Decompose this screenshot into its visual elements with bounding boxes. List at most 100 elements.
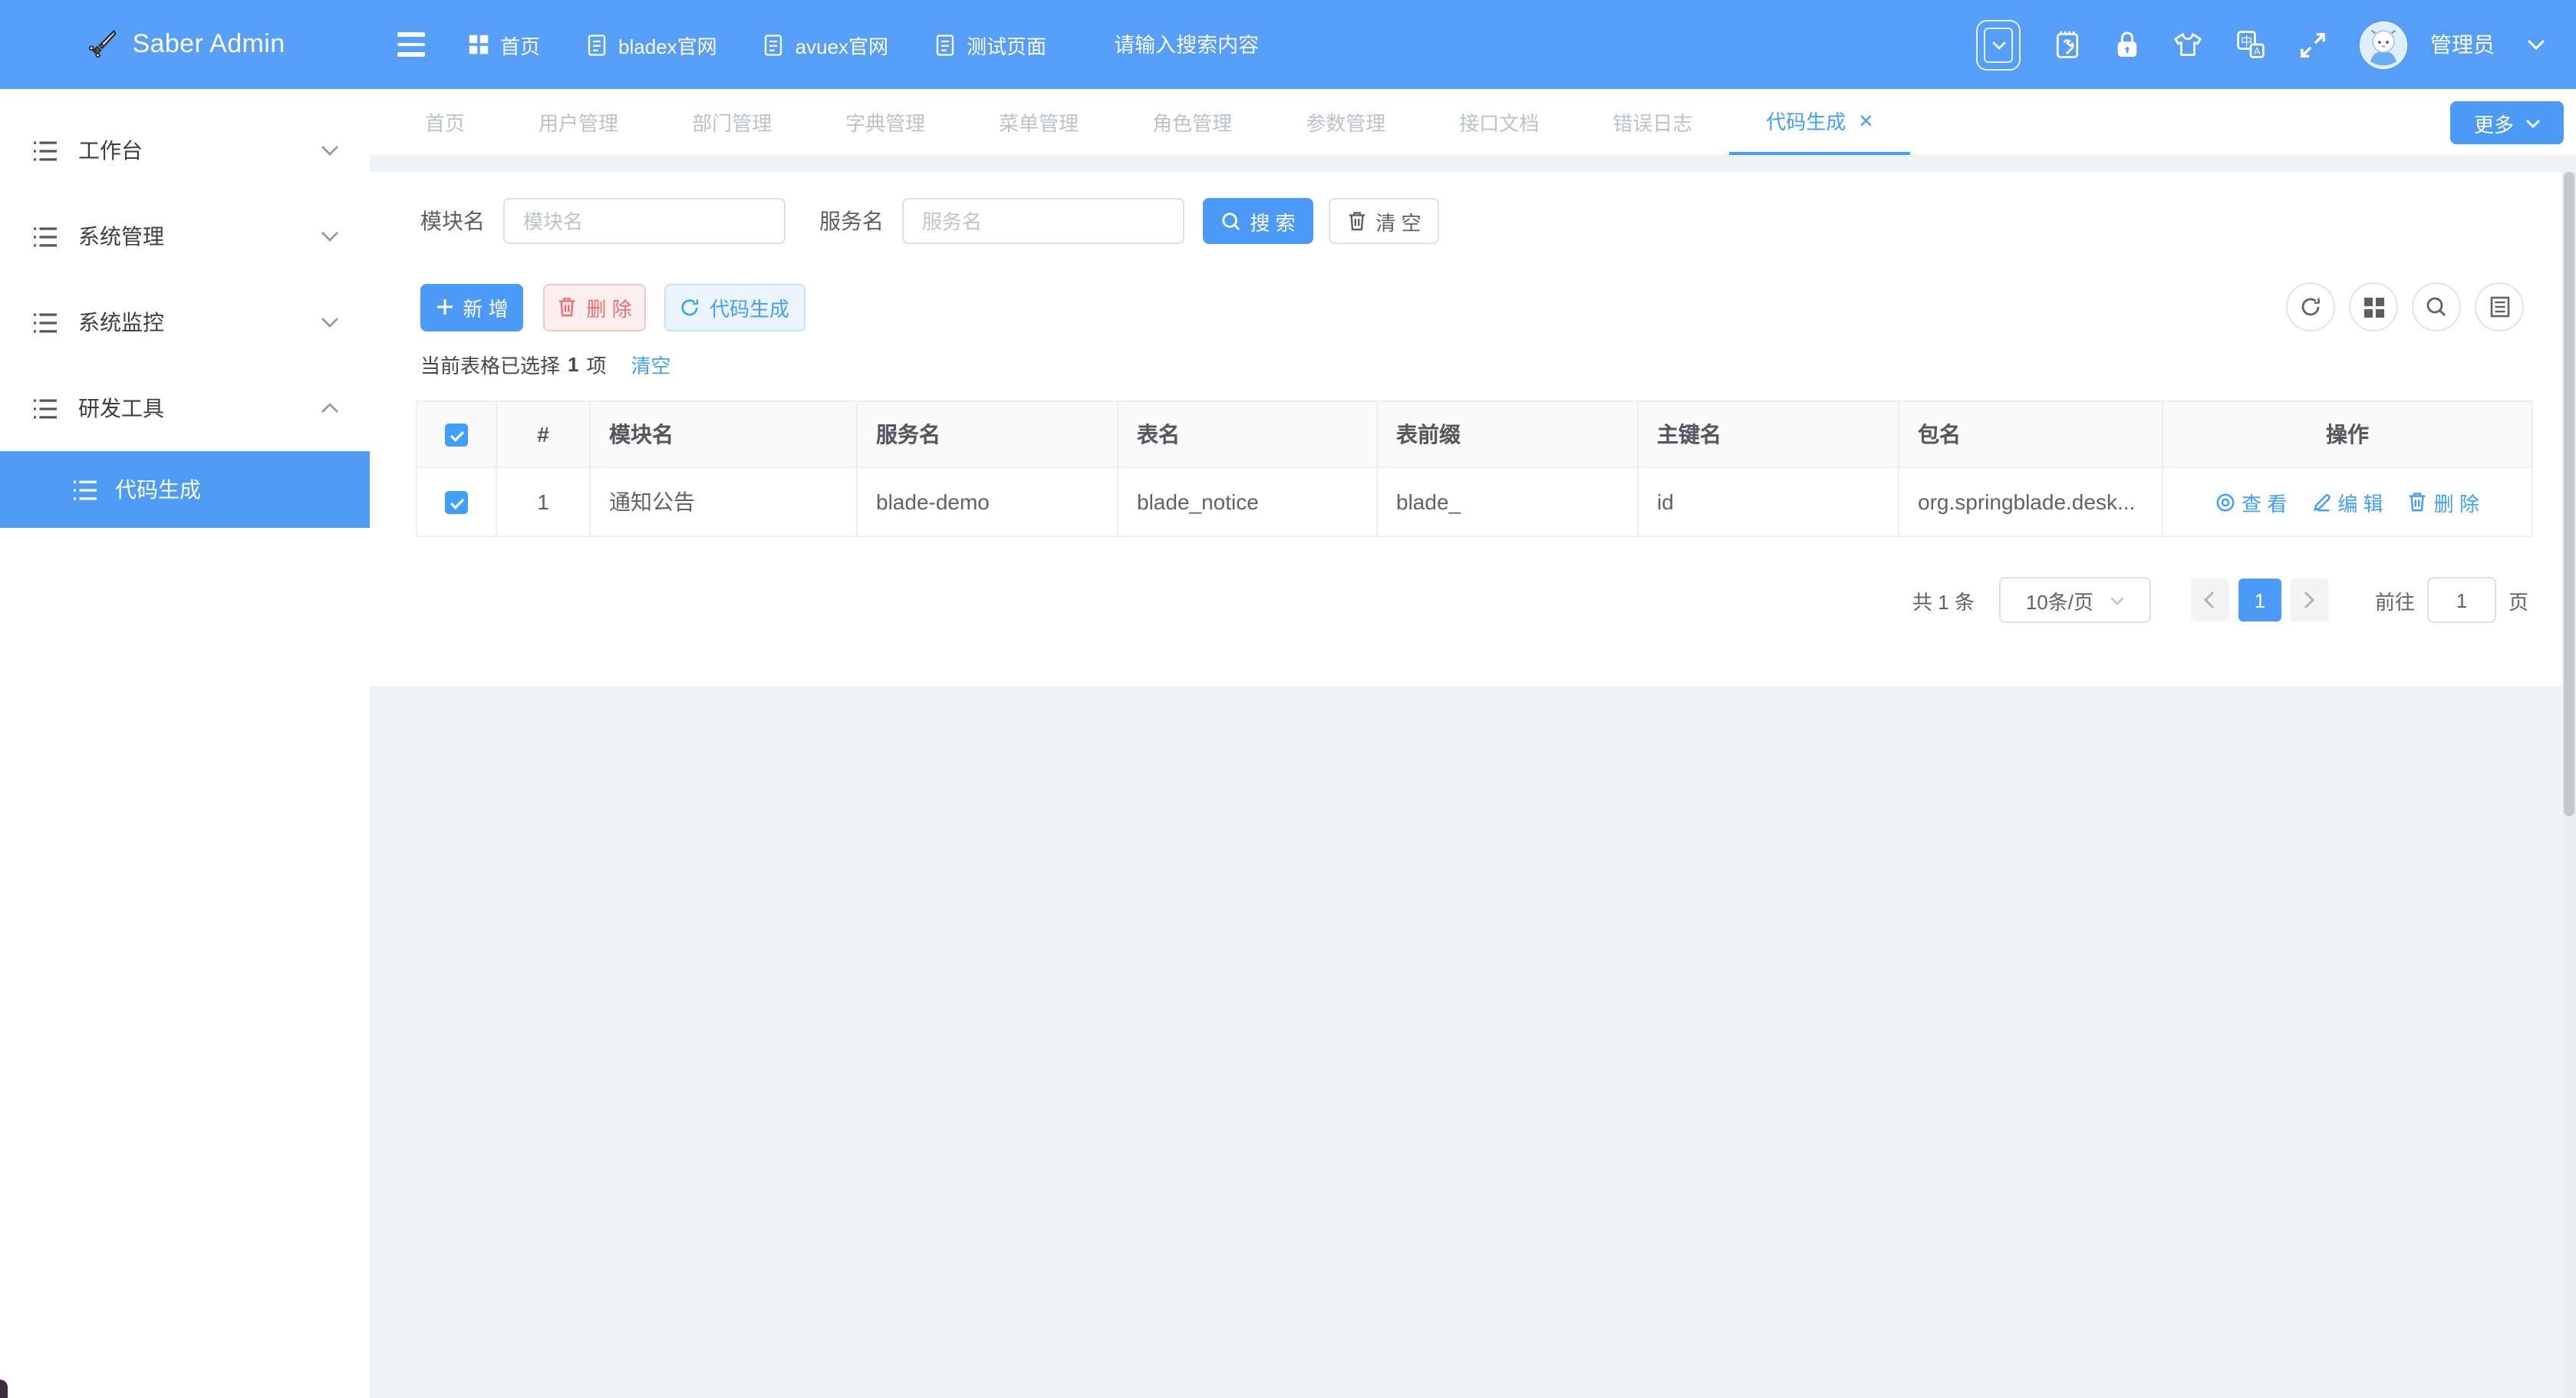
codegen-table: # 模块名 服务名 表名 表前缀 主键名 包名 操作 xyxy=(416,401,2533,537)
prev-page-button[interactable] xyxy=(2191,579,2229,622)
sidebar-collapse-button[interactable] xyxy=(397,33,425,57)
row-checkbox[interactable] xyxy=(445,492,468,515)
refresh-button[interactable] xyxy=(2286,282,2335,331)
page-size-value: 10条/页 xyxy=(2026,585,2093,615)
doc-icon xyxy=(763,33,785,56)
add-button[interactable]: 新 增 xyxy=(420,283,523,331)
next-page-button[interactable] xyxy=(2291,579,2329,622)
sidebar-item-label: 代码生成 xyxy=(115,474,201,505)
search-icon xyxy=(1220,211,1240,231)
sidebar-item-system-management[interactable]: 系统管理 xyxy=(0,193,370,279)
chevron-right-icon xyxy=(2304,591,2316,609)
tshirt-icon xyxy=(2172,31,2203,58)
sidebar-item-dev-tools[interactable]: 研发工具 xyxy=(0,365,370,451)
scrollbar[interactable] xyxy=(2562,172,2576,1398)
column-header-index: # xyxy=(496,401,590,467)
close-icon[interactable]: ✕ xyxy=(1858,111,1873,130)
tab-dictionary-management[interactable]: 字典管理 xyxy=(809,89,962,155)
top-menu-item-avuex[interactable]: avuex官网 xyxy=(763,30,888,59)
sidebar-item-label: 工作台 xyxy=(78,135,143,166)
top-menu-label: avuex官网 xyxy=(796,30,888,59)
tab-label: 字典管理 xyxy=(845,107,925,137)
sidebar-item-label: 研发工具 xyxy=(78,393,164,424)
tab-menu-management[interactable]: 菜单管理 xyxy=(962,89,1115,155)
chevron-left-icon xyxy=(2204,591,2216,609)
goto-page-input[interactable] xyxy=(2427,577,2496,623)
chevron-down-icon xyxy=(1984,27,2013,62)
cell-index: 1 xyxy=(496,467,590,536)
selection-clear-link[interactable]: 清空 xyxy=(631,350,671,379)
tab-role-management[interactable]: 角色管理 xyxy=(1115,89,1269,155)
module-name-input[interactable] xyxy=(503,198,786,244)
sidebar-item-workbench[interactable]: 工作台 xyxy=(0,107,370,193)
lock-icon xyxy=(2114,29,2140,60)
check-icon xyxy=(449,497,464,509)
clear-button[interactable]: 清 空 xyxy=(1329,198,1439,244)
search-button[interactable]: 搜 索 xyxy=(1203,198,1313,244)
tabs: 首页 用户管理 部门管理 字典管理 菜单管理 角色管理 参数管理 接口文档 错误… xyxy=(370,89,1910,155)
search-toggle-button[interactable] xyxy=(2412,282,2461,331)
page-size-select[interactable]: 10条/页 xyxy=(1999,577,2151,623)
tab-error-log[interactable]: 错误日志 xyxy=(1576,89,1729,155)
select-all-checkbox[interactable] xyxy=(445,424,468,447)
tab-parameter-management[interactable]: 参数管理 xyxy=(1269,89,1422,155)
sidebar-item-system-monitor[interactable]: 系统监控 xyxy=(0,279,370,365)
filter-form: 模块名 服务名 搜 索 清 空 xyxy=(420,198,1439,244)
menu-list-icon xyxy=(72,478,98,501)
column-header-actions: 操作 xyxy=(2163,401,2532,467)
layout-grid-button[interactable] xyxy=(2349,282,2398,331)
goto-unit-label: 页 xyxy=(2508,585,2528,615)
sidebar-item-code-generation[interactable]: 代码生成 xyxy=(0,451,370,528)
sword-logo-icon xyxy=(84,28,118,61)
scrollbar-thumb[interactable] xyxy=(2564,172,2574,816)
column-settings-button[interactable] xyxy=(2475,282,2524,331)
service-name-input[interactable] xyxy=(902,198,1184,244)
edit-action[interactable]: 编 辑 xyxy=(2311,487,2383,516)
chevron-down-icon xyxy=(2109,595,2124,605)
tool-button[interactable] xyxy=(2053,29,2082,60)
trash-icon xyxy=(1346,210,1366,232)
tab-code-generation-active[interactable]: 代码生成 ✕ xyxy=(1729,89,1910,155)
table-tools xyxy=(2286,282,2524,331)
clear-button-label: 清 空 xyxy=(1375,206,1421,236)
selection-prefix: 当前表格已选择 xyxy=(420,350,560,379)
content-card: 模块名 服务名 搜 索 清 空 新 增 删 除 xyxy=(370,172,2562,686)
grid-icon xyxy=(468,34,489,55)
avatar-image-icon xyxy=(2360,21,2407,68)
delete-action[interactable]: 删 除 xyxy=(2408,487,2479,516)
menu-list-icon xyxy=(32,311,58,334)
top-menu-item-home[interactable]: 首页 xyxy=(468,30,540,59)
language-button[interactable]: 中 A xyxy=(2235,29,2266,60)
lock-button[interactable] xyxy=(2114,29,2140,60)
top-dropdown-button[interactable] xyxy=(1976,19,2021,70)
user-menu-chevron-icon[interactable] xyxy=(2527,38,2545,51)
user-avatar[interactable] xyxy=(2360,21,2407,68)
edit-action-label: 编 辑 xyxy=(2337,487,2383,516)
tab-user-management[interactable]: 用户管理 xyxy=(502,89,655,155)
selection-suffix: 项 xyxy=(587,350,607,379)
username-label[interactable]: 管理员 xyxy=(2430,29,2495,60)
sidebar: 工作台 系统管理 系统监控 研发工具 xyxy=(0,89,370,1398)
tab-department-management[interactable]: 部门管理 xyxy=(655,89,809,155)
top-menu-item-test-page[interactable]: 测试页面 xyxy=(934,30,1046,59)
tab-api-docs[interactable]: 接口文档 xyxy=(1422,89,1576,155)
top-menu-item-bladex[interactable]: bladex官网 xyxy=(586,30,717,59)
selection-count: 1 xyxy=(568,353,578,376)
tab-label: 接口文档 xyxy=(1459,107,1539,137)
doc-list-icon xyxy=(2489,296,2509,318)
view-action[interactable]: 查 看 xyxy=(2215,487,2287,516)
grid-icon xyxy=(2364,297,2383,317)
search-button-label: 搜 索 xyxy=(1250,206,1295,236)
delete-icon xyxy=(2408,491,2428,513)
fullscreen-button[interactable] xyxy=(2298,30,2327,59)
delete-button[interactable]: 删 除 xyxy=(543,283,646,331)
global-search-input[interactable] xyxy=(1111,31,1439,58)
top-menu-label: 测试页面 xyxy=(967,30,1046,59)
app-header: Saber Admin 首页 bladex官网 xyxy=(0,0,2576,89)
more-tabs-button[interactable]: 更多 xyxy=(2450,101,2564,144)
page-button-1[interactable]: 1 xyxy=(2238,579,2281,622)
theme-button[interactable] xyxy=(2172,31,2203,58)
chevron-down-icon xyxy=(2525,117,2540,128)
tab-home[interactable]: 首页 xyxy=(388,89,502,155)
code-generate-button[interactable]: 代码生成 xyxy=(664,283,805,331)
